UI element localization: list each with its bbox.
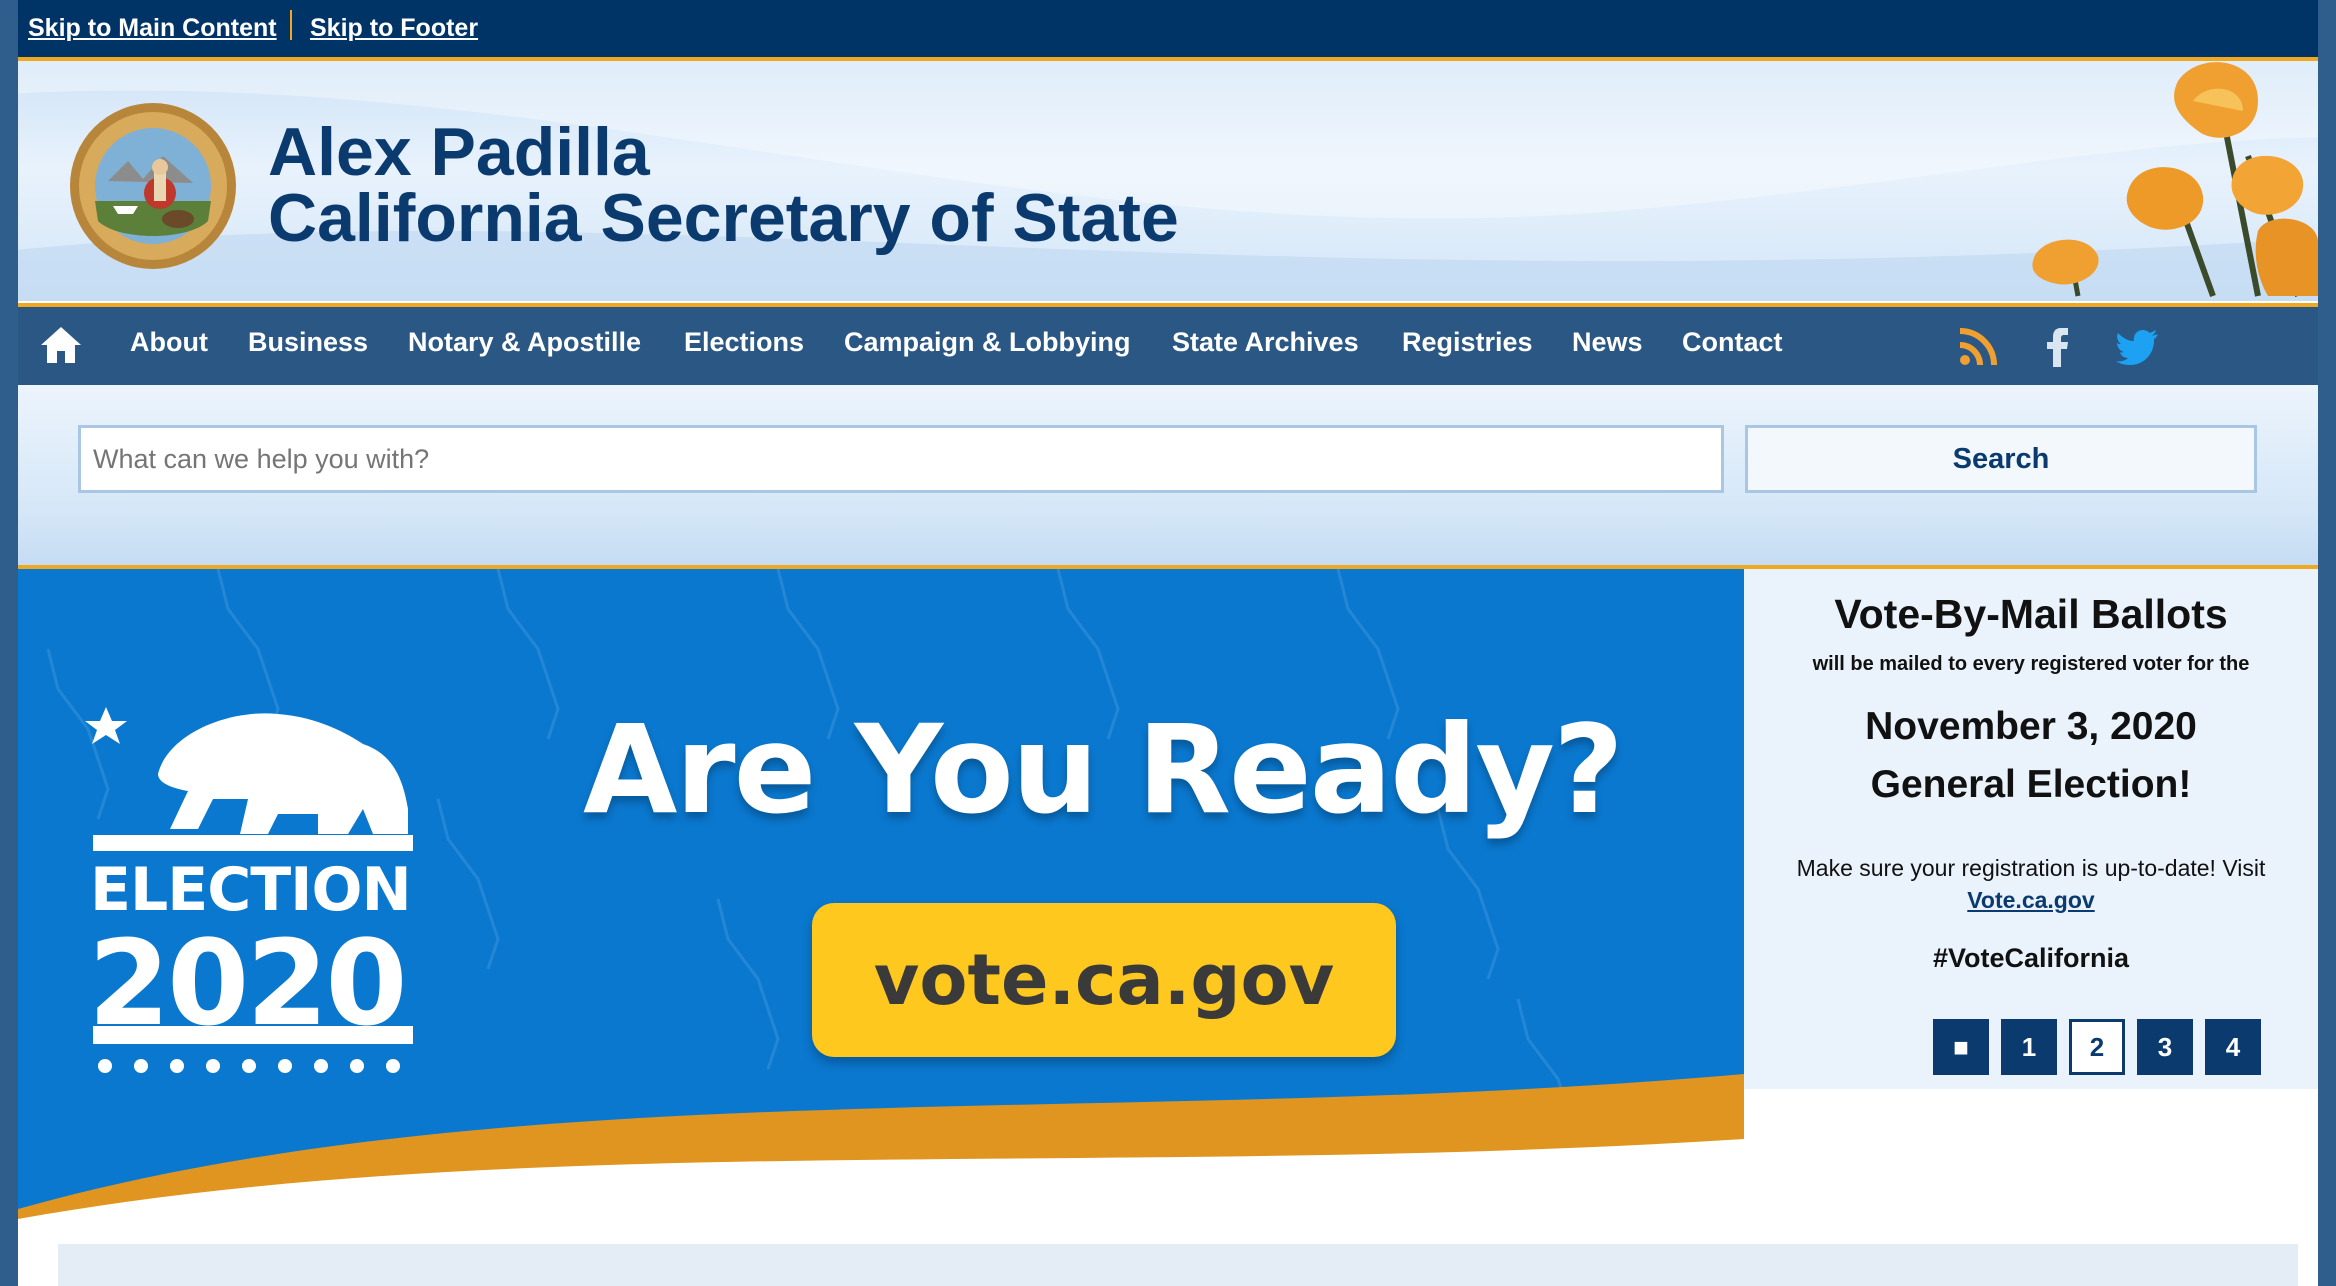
search-input[interactable]	[78, 425, 1724, 493]
main-nav: About Business Notary & Apostille Electi…	[18, 303, 2318, 389]
slideshow-pause-button[interactable]: ■	[1933, 1019, 1989, 1075]
slide-3-button[interactable]: 3	[2137, 1019, 2193, 1075]
banner-headline: Are You Ready?	[583, 699, 1624, 841]
content-area-top	[58, 1244, 2298, 1286]
search-band: Search	[18, 385, 2318, 569]
state-seal-logo[interactable]	[68, 101, 238, 271]
nav-news[interactable]: News	[1572, 327, 1643, 358]
home-icon[interactable]	[38, 323, 84, 367]
election-logo-year: 2020	[88, 914, 407, 1052]
nav-about[interactable]: About	[130, 327, 208, 358]
skip-to-footer-link[interactable]: Skip to Footer	[310, 14, 478, 43]
nav-state-archives[interactable]: State Archives	[1172, 327, 1359, 358]
slide-2-button[interactable]: 2	[2069, 1019, 2125, 1075]
vote-url-pill[interactable]: vote.ca.gov	[812, 903, 1396, 1057]
twitter-icon[interactable]	[2116, 325, 2160, 369]
vote-ca-gov-link[interactable]: Vote.ca.gov	[1744, 887, 2318, 914]
slide-info-panel: Vote-By-Mail Ballots will be mailed to e…	[1744, 569, 2318, 1089]
poppies-illustration	[2032, 62, 2318, 298]
panel-subheading: will be mailed to every registered voter…	[1812, 653, 2250, 675]
site-header: Alex Padilla California Secretary of Sta…	[18, 61, 2318, 301]
panel-hashtag: #VoteCalifornia	[1932, 943, 2130, 973]
panel-registration-note: Make sure your registration is up-to-dat…	[1796, 855, 2266, 881]
facebook-icon[interactable]	[2036, 325, 2080, 369]
page: Skip to Main Content Skip to Footer Alex…	[18, 0, 2318, 1286]
office-title[interactable]: California Secretary of State	[268, 179, 1179, 257]
slide-1-button[interactable]: 1	[2001, 1019, 2057, 1075]
panel-election-date: November 3, 2020	[1865, 705, 2197, 748]
nav-elections[interactable]: Elections	[684, 327, 804, 358]
panel-election-name: General Election!	[1870, 763, 2192, 806]
nav-notary-apostille[interactable]: Notary & Apostille	[408, 327, 641, 358]
panel-heading: Vote-By-Mail Ballots	[1834, 591, 2228, 637]
skip-bar: Skip to Main Content Skip to Footer	[18, 0, 2318, 61]
slide-4-button[interactable]: 4	[2205, 1019, 2261, 1075]
nav-contact[interactable]: Contact	[1682, 327, 1783, 358]
vote-url-text: vote.ca.gov	[873, 939, 1335, 1021]
rss-icon[interactable]	[1956, 325, 2000, 369]
search-button[interactable]: Search	[1745, 425, 2257, 493]
nav-campaign-lobbying[interactable]: Campaign & Lobbying	[844, 327, 1131, 358]
nav-registries[interactable]: Registries	[1402, 327, 1533, 358]
hero-banner[interactable]: ELECTION 2020 Are You Ready? vote.ca.gov	[18, 569, 1744, 1219]
nav-business[interactable]: Business	[248, 327, 368, 358]
skip-divider	[290, 10, 292, 40]
skip-to-main-link[interactable]: Skip to Main Content	[28, 14, 277, 43]
